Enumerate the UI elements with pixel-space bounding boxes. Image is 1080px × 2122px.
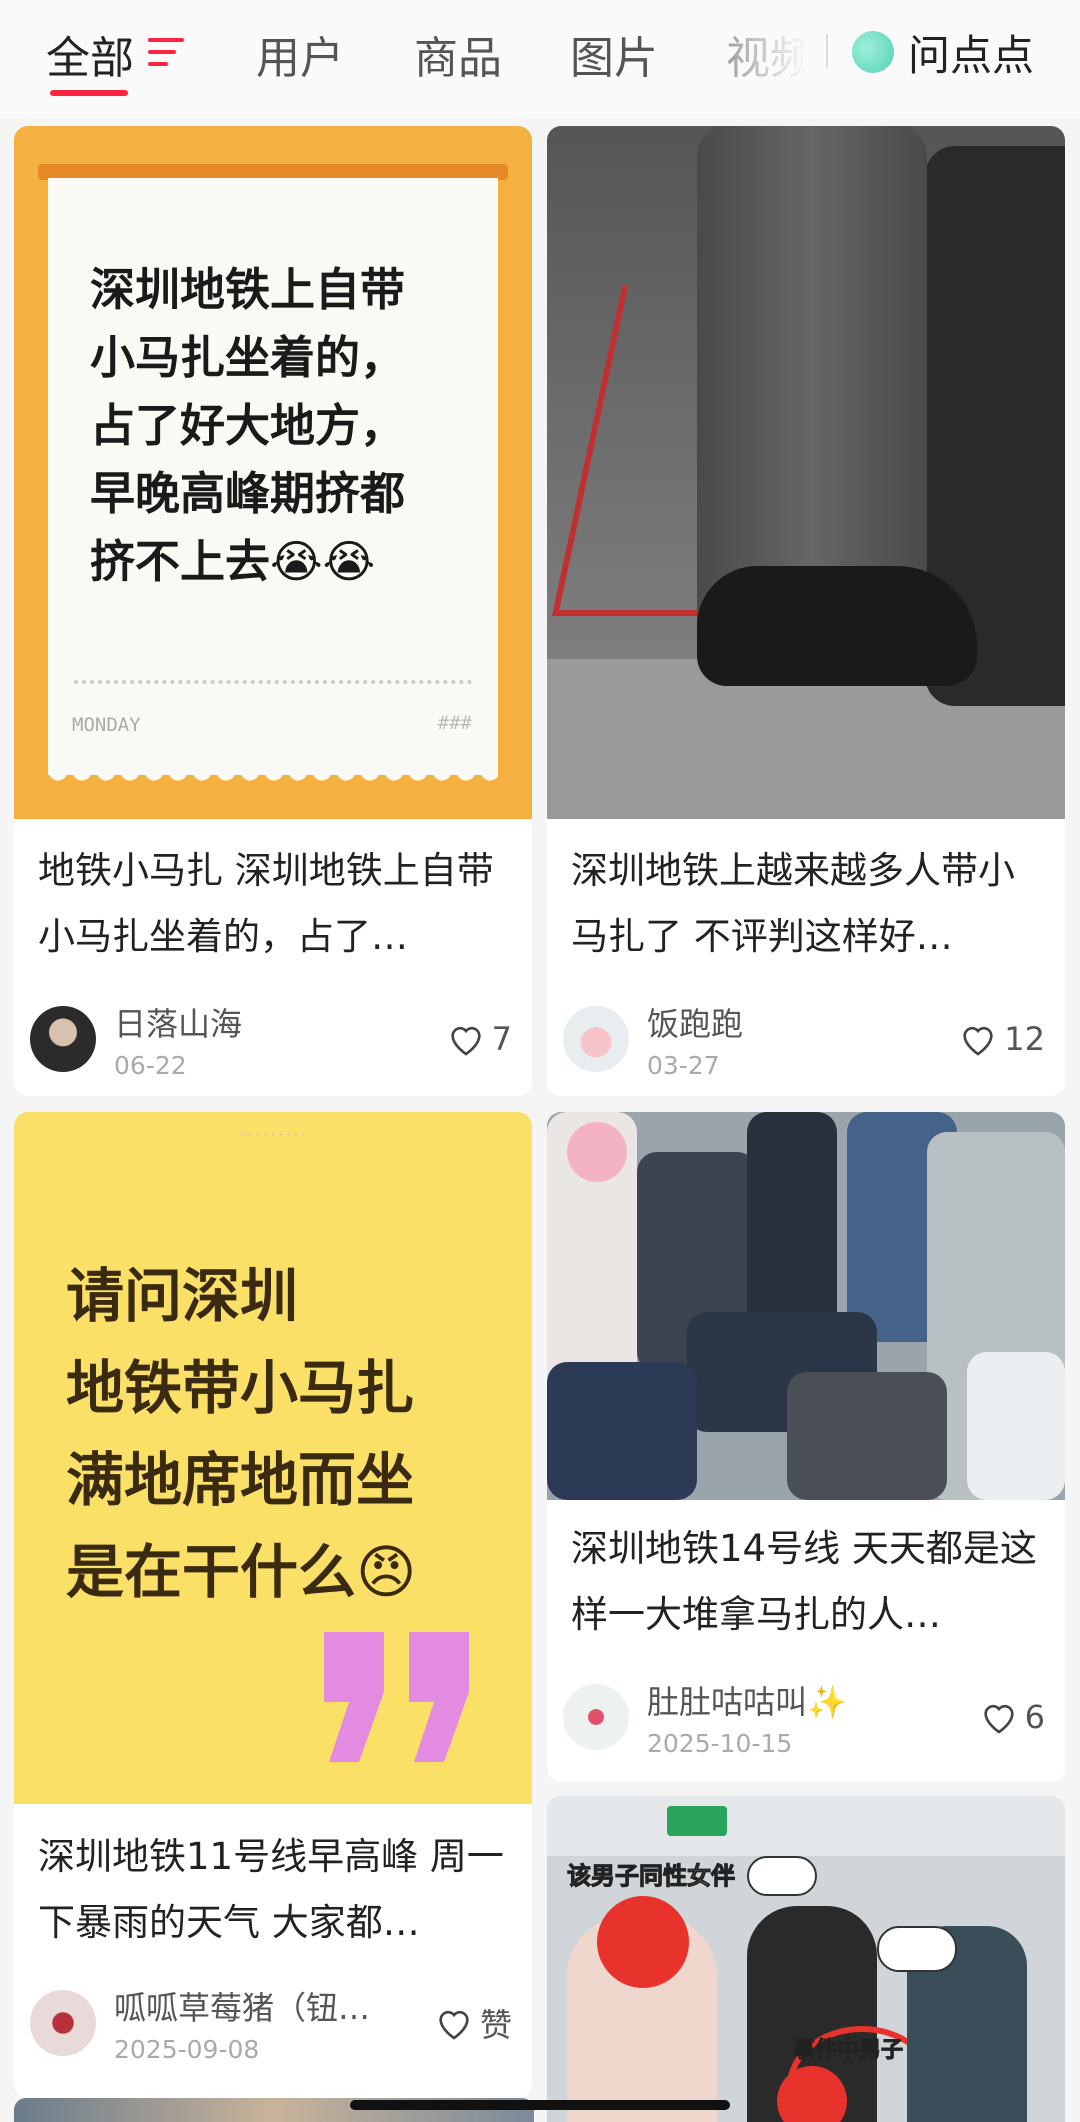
author-name: 呱呱草莓猪（钮… (114, 1988, 371, 2027)
top-tab-bar: 全部 用户 商品 图片 视频 问点点 (0, 0, 1080, 118)
note-title: 深圳地铁上越来越多人带小马扎了 不评判这样好… (571, 849, 1015, 958)
ask-button[interactable]: 问点点 (852, 22, 1034, 82)
ask-icon (852, 31, 894, 73)
note-title: 深圳地铁11号线早高峰 周一下暴雨的天气 大家都… (38, 1835, 504, 1944)
avatar[interactable] (30, 1990, 96, 2056)
author-info[interactable]: 日落山海 06-22 (30, 1004, 242, 1080)
like-button[interactable]: 赞 (434, 1988, 512, 2058)
note-cover[interactable]: 深圳地铁上自带 小马扎坐着的， 占了好大地方， 早晚高峰期挤都 挤不上去😭😭 M… (14, 126, 532, 819)
tab-products[interactable]: 商品 (414, 22, 502, 86)
note-title: 深圳地铁14号线 天天都是这样一大堆拿马扎的人… (571, 1527, 1037, 1636)
author-name: 肚肚咕咕叫✨ (647, 1682, 847, 1721)
cover-text: 深圳地铁上自带 小马扎坐着的， 占了好大地方， 早晚高峰期挤都 挤不上去😭😭 (90, 263, 406, 588)
tab-divider (826, 34, 828, 68)
cover-caption: 事件中男子 (792, 2038, 904, 2064)
like-count: 7 (491, 1020, 512, 1058)
cover-caption: 该男子同性女伴 (567, 1862, 736, 1891)
cover-footer-left: MONDAY (72, 714, 141, 736)
note-card[interactable]: 深圳地铁上越来越多人带小马扎了 不评判这样好… 饭跑跑 03-27 12 (547, 126, 1065, 1096)
heart-icon (983, 1704, 1014, 1734)
avatar[interactable] (563, 1684, 629, 1750)
heart-icon (450, 1026, 481, 1056)
post-date: 06-22 (114, 1050, 187, 1080)
author-info[interactable]: 肚肚咕咕叫✨ 2025-10-15 (563, 1682, 847, 1758)
ask-button-label: 问点点 (908, 30, 1035, 80)
author-name: 日落山海 (114, 1004, 243, 1043)
author-info[interactable]: 饭跑跑 03-27 (563, 1004, 743, 1080)
quote-mark-icon (324, 1632, 469, 1762)
cover-text: 请问深圳 地铁带小马扎 满地席地而坐 是在干什么😠 (66, 1262, 417, 1606)
note-card[interactable]: 深圳地铁14号线 天天都是这样一大堆拿马扎的人… 肚肚咕咕叫✨ 2025-10-… (547, 1112, 1065, 1782)
post-date: 03-27 (647, 1050, 720, 1080)
note-cover[interactable] (547, 126, 1065, 819)
like-button[interactable]: 12 (958, 1004, 1045, 1074)
cover-footer-right: ### (437, 712, 472, 734)
author-name: 饭跑跑 (647, 1004, 744, 1043)
filter-icon[interactable] (148, 38, 184, 68)
note-cover[interactable] (547, 1112, 1065, 1500)
tab-all[interactable]: 全部 (46, 22, 134, 86)
post-date: 2025-10-15 (647, 1728, 793, 1758)
note-title: 地铁小马扎 深圳地铁上自带小马扎坐着的，占了… (38, 849, 494, 958)
note-cover[interactable]: · · · · · · · · · 请问深圳 地铁带小马扎 满地席地而坐 是在干… (14, 1112, 532, 1804)
avatar[interactable] (563, 1006, 629, 1072)
like-button[interactable]: 7 (446, 1004, 512, 1074)
like-count: 12 (1004, 1020, 1045, 1058)
like-count: 6 (1024, 1698, 1045, 1736)
heart-icon (439, 2010, 469, 2040)
note-card[interactable]: 该男子同性女伴 事件中男子 (547, 1796, 1065, 2122)
like-count: 赞 (479, 2006, 512, 2044)
like-button[interactable]: 6 (979, 1682, 1045, 1752)
author-info[interactable]: 呱呱草莓猪（钮… 2025-09-08 (30, 1988, 370, 2064)
avatar[interactable] (30, 1006, 96, 1072)
home-indicator[interactable] (350, 2100, 730, 2110)
tab-fade (720, 0, 830, 110)
active-tab-indicator (50, 90, 128, 96)
note-card[interactable]: 深圳地铁上自带 小马扎坐着的， 占了好大地方， 早晚高峰期挤都 挤不上去😭😭 M… (14, 126, 532, 1096)
tab-users[interactable]: 用户 (256, 22, 344, 86)
note-card[interactable]: · · · · · · · · · 请问深圳 地铁带小马扎 满地席地而坐 是在干… (14, 1112, 532, 2098)
heart-icon (963, 1026, 993, 1056)
note-cover[interactable]: 该男子同性女伴 事件中男子 (547, 1796, 1065, 2122)
tab-images[interactable]: 图片 (570, 22, 658, 86)
post-date: 2025-09-08 (114, 2034, 260, 2064)
